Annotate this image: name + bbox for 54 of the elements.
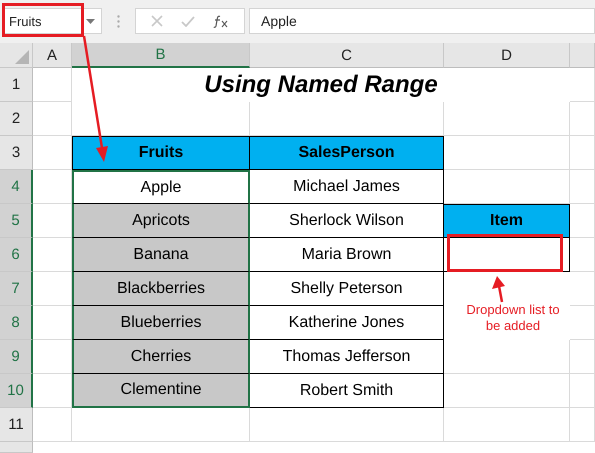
grid-cell[interactable]: [570, 374, 595, 408]
table-cell: Cherries: [72, 340, 250, 374]
table-cell: Maria Brown: [250, 238, 444, 272]
formula-field[interactable]: Apple: [249, 8, 595, 34]
table-cell: Clementine: [72, 374, 250, 408]
row-header[interactable]: 1: [0, 68, 33, 102]
row-header[interactable]: 8: [0, 306, 33, 340]
table-cell: Shelly Peterson: [250, 272, 444, 306]
table-cell: Michael James: [250, 170, 444, 204]
column-header[interactable]: C: [250, 43, 444, 68]
row-header[interactable]: 9: [0, 340, 33, 374]
function-icon[interactable]: [213, 14, 229, 28]
row-header[interactable]: 7: [0, 272, 33, 306]
dropdown-caret-icon[interactable]: [86, 18, 95, 24]
table-cell: Blackberries: [72, 272, 250, 306]
row-header[interactable]: 5: [0, 204, 33, 238]
grid-cell[interactable]: [570, 408, 595, 442]
grid-cell[interactable]: [570, 272, 595, 306]
grid-cell[interactable]: [570, 170, 595, 204]
column-header[interactable]: B: [72, 43, 250, 68]
row-header[interactable]: 2: [0, 102, 33, 136]
cancel-icon[interactable]: [151, 15, 163, 27]
table-header: Fruits: [72, 136, 250, 170]
table-cell: Apple: [72, 170, 250, 204]
table-cell: Robert Smith: [250, 374, 444, 408]
grid-cell[interactable]: [444, 102, 570, 136]
table-header: SalesPerson: [250, 136, 444, 170]
table-cell: Banana: [72, 238, 250, 272]
row-header[interactable]: [0, 442, 33, 453]
table-cell: Katherine Jones: [250, 306, 444, 340]
select-all-icon[interactable]: [15, 50, 29, 64]
column-header[interactable]: A: [33, 43, 72, 68]
row-header[interactable]: 4: [0, 170, 33, 204]
column-header[interactable]: D: [444, 43, 570, 68]
grid-cell[interactable]: [570, 306, 595, 340]
row-header[interactable]: 10: [0, 374, 33, 408]
row-header[interactable]: 11: [0, 408, 33, 442]
check-icon[interactable]: [181, 16, 195, 26]
arrow: [492, 276, 505, 302]
table-cell: Blueberries: [72, 306, 250, 340]
annotation-text: Dropdown list to be added: [465, 302, 561, 334]
table-cell: Apricots: [72, 204, 250, 238]
table-cell: Thomas Jefferson: [250, 340, 444, 374]
column-header[interactable]: [570, 43, 595, 68]
name-box[interactable]: Fruits: [3, 8, 102, 34]
grid-cell[interactable]: [444, 408, 570, 442]
grid-cell[interactable]: [570, 102, 595, 136]
grid-cell[interactable]: [570, 340, 595, 374]
item-header: Item: [444, 204, 570, 238]
table-cell: Sherlock Wilson: [250, 204, 444, 238]
more-options-icon[interactable]: [117, 14, 120, 28]
row-header[interactable]: 6: [0, 238, 33, 272]
grid-cell[interactable]: [570, 136, 595, 170]
row-header[interactable]: 3: [0, 136, 33, 170]
